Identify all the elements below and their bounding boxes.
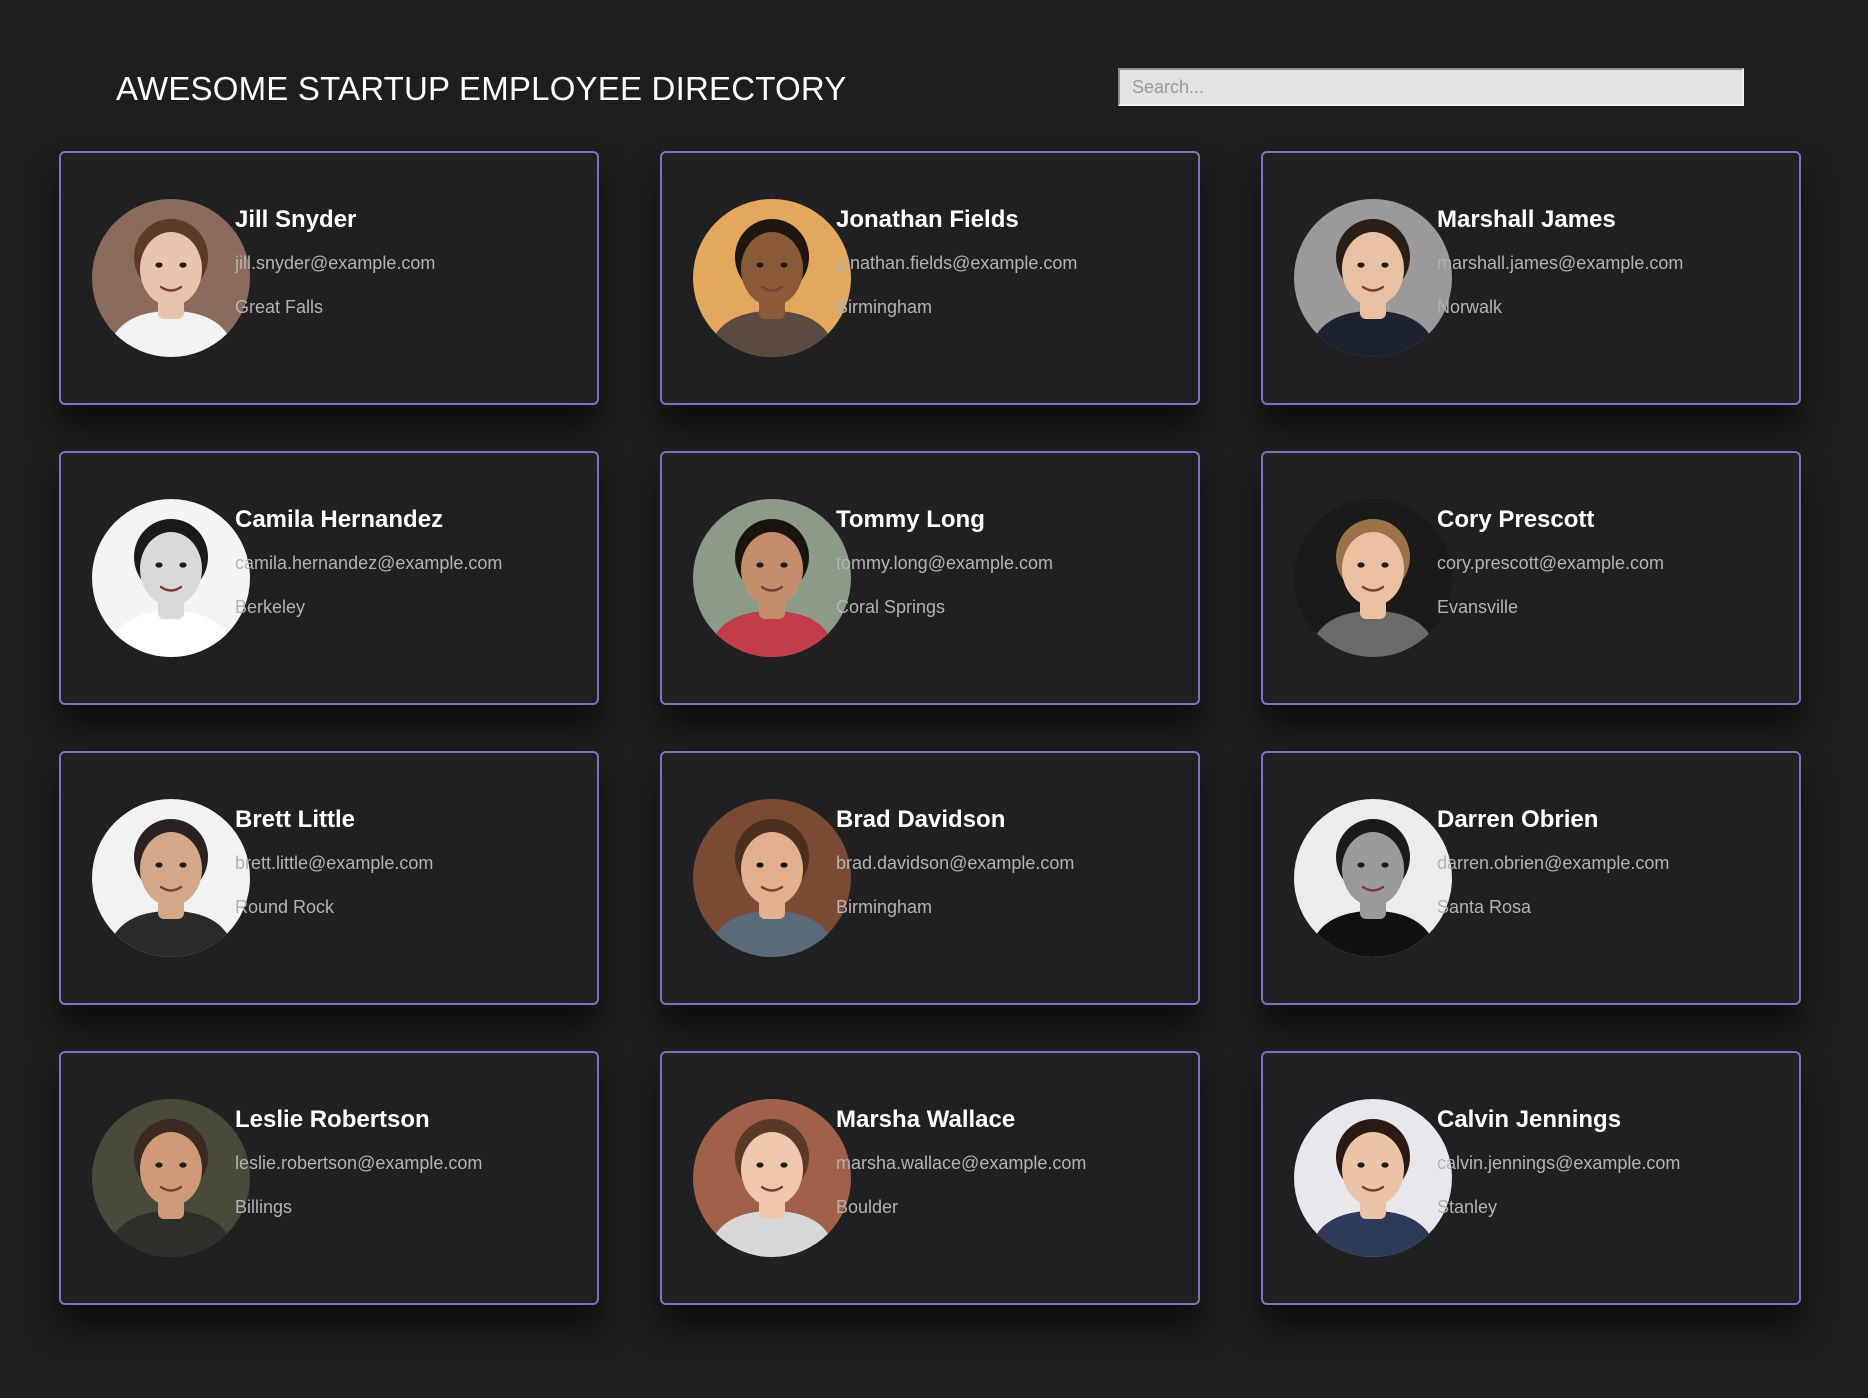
employee-card[interactable]: Darren Obrien darren.obrien@example.com … [1261,751,1801,1005]
employee-email: marsha.wallace@example.com [836,1153,1087,1173]
employee-card[interactable]: Leslie Robertson leslie.robertson@exampl… [59,1051,599,1305]
employee-city: Birmingham [836,297,933,317]
employee-city: Evansville [1437,597,1519,617]
employee-city: Billings [235,1197,293,1217]
employee-avatar [1294,1099,1452,1257]
employee-grid: Jill Snyder jill.snyder@example.com Grea… [59,151,1801,1305]
employee-email: brett.little@example.com [235,853,434,873]
employee-avatar [693,1099,851,1257]
employee-name: Brett Little [235,806,355,833]
employee-card[interactable]: Jonathan Fields jonathan.fields@example.… [660,151,1200,405]
employee-info: Darren Obrien darren.obrien@example.com … [1437,805,1669,918]
employee-info: Tommy Long tommy.long@example.com Coral … [836,505,1053,618]
employee-card[interactable]: Marsha Wallace marsha.wallace@example.co… [660,1051,1200,1305]
employee-email: cory.prescott@example.com [1437,553,1665,573]
employee-name: Marshall James [1437,206,1616,233]
employee-city: Great Falls [235,297,324,317]
employee-avatar [693,499,851,657]
employee-name: Brad Davidson [836,806,1006,833]
employee-name: Camila Hernandez [235,506,444,533]
employee-card[interactable]: Calvin Jennings calvin.jennings@example.… [1261,1051,1801,1305]
employee-avatar [693,199,851,357]
employee-email: camila.hernandez@example.com [235,553,503,573]
employee-card[interactable]: Tommy Long tommy.long@example.com Coral … [660,451,1200,705]
employee-info: Camila Hernandez camila.hernandez@exampl… [235,505,502,618]
employee-city: Norwalk [1437,297,1503,317]
employee-info: Marshall James marshall.james@example.co… [1437,205,1683,318]
employee-card[interactable]: Camila Hernandez camila.hernandez@exampl… [59,451,599,705]
employee-city: Boulder [836,1197,899,1217]
employee-email: jonathan.fields@example.com [836,253,1078,273]
employee-avatar [1294,199,1452,357]
employee-avatar [1294,799,1452,957]
employee-card[interactable]: Jill Snyder jill.snyder@example.com Grea… [59,151,599,405]
employee-city: Birmingham [836,897,933,917]
employee-name: Tommy Long [836,506,985,533]
employee-city: Berkeley [235,597,306,617]
employee-name: Marsha Wallace [836,1106,1016,1133]
employee-name: Leslie Robertson [235,1106,430,1133]
page-header: AWESOME STARTUP EMPLOYEE DIRECTORY [0,0,1868,150]
employee-email: marshall.james@example.com [1437,253,1684,273]
employee-city: Coral Springs [836,597,946,617]
employee-avatar [92,199,250,357]
employee-email: darren.obrien@example.com [1437,853,1670,873]
employee-city: Santa Rosa [1437,897,1532,917]
employee-avatar [92,499,250,657]
employee-info: Leslie Robertson leslie.robertson@exampl… [235,1105,482,1218]
employee-info: Marsha Wallace marsha.wallace@example.co… [836,1105,1086,1218]
employee-name: Cory Prescott [1437,506,1595,533]
employee-card[interactable]: Cory Prescott cory.prescott@example.com … [1261,451,1801,705]
employee-email: leslie.robertson@example.com [235,1153,483,1173]
page-title: AWESOME STARTUP EMPLOYEE DIRECTORY [116,70,847,107]
employee-city: Stanley [1437,1197,1498,1217]
employee-name: Calvin Jennings [1437,1106,1622,1133]
employee-email: jill.snyder@example.com [235,253,436,273]
employee-info: Jill Snyder jill.snyder@example.com Grea… [235,205,435,318]
employee-card[interactable]: Brett Little brett.little@example.com Ro… [59,751,599,1005]
employee-card[interactable]: Marshall James marshall.james@example.co… [1261,151,1801,405]
employee-name: Jill Snyder [235,206,357,233]
employee-name: Darren Obrien [1437,806,1599,833]
employee-email: tommy.long@example.com [836,553,1054,573]
employee-name: Jonathan Fields [836,206,1019,233]
employee-avatar [693,799,851,957]
employee-avatar [92,799,250,957]
employee-info: Cory Prescott cory.prescott@example.com … [1437,505,1664,618]
employee-avatar [1294,499,1452,657]
employee-info: Calvin Jennings calvin.jennings@example.… [1437,1105,1680,1218]
employee-info: Jonathan Fields jonathan.fields@example.… [836,205,1077,318]
search-input[interactable] [1118,68,1744,106]
employee-avatar [92,1099,250,1257]
employee-info: Brad Davidson brad.davidson@example.com … [836,805,1074,918]
employee-email: brad.davidson@example.com [836,853,1075,873]
employee-email: calvin.jennings@example.com [1437,1153,1681,1173]
employee-info: Brett Little brett.little@example.com Ro… [235,805,433,918]
employee-city: Round Rock [235,897,335,917]
employee-card[interactable]: Brad Davidson brad.davidson@example.com … [660,751,1200,1005]
